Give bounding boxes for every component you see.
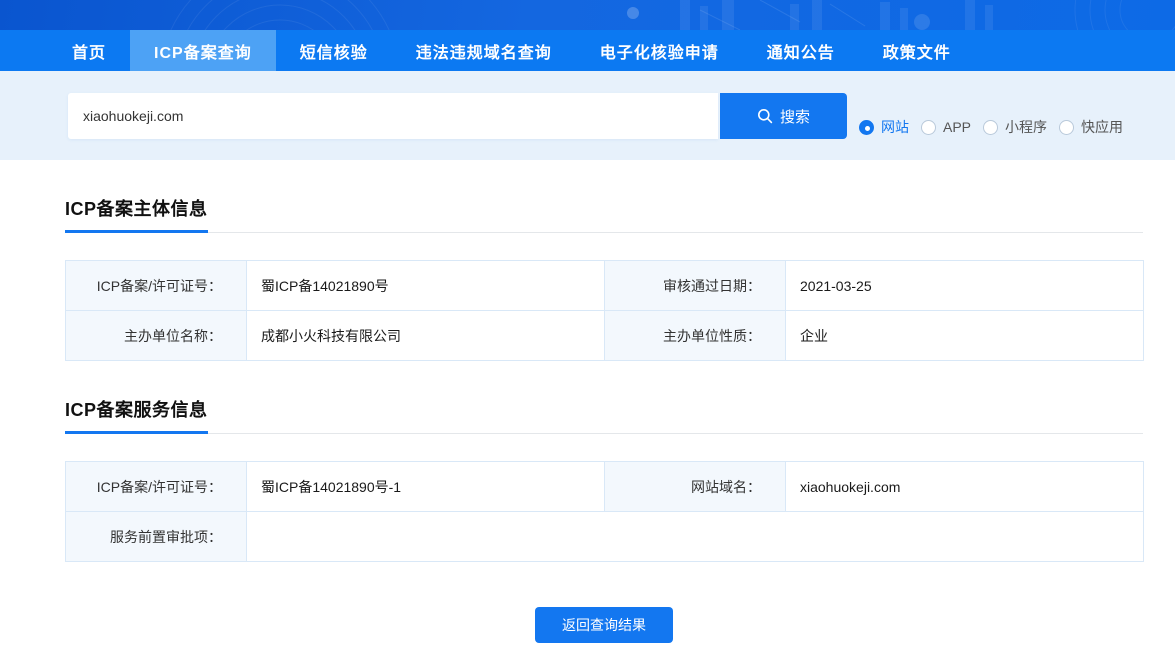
nav-tab-notices[interactable]: 通知公告 [743,30,859,71]
nav-tab-sms-verify[interactable]: 短信核验 [276,30,392,71]
radio-app[interactable]: APP [921,119,971,135]
field-value-organizer-name: 成都小火科技有限公司 [246,310,605,361]
radio-unselected-icon [983,119,999,135]
field-value-organizer-nature: 企业 [785,310,1144,361]
nav-tab-electronic-verify-apply[interactable]: 电子化核验申请 [576,30,743,71]
nav-tab-policy-docs[interactable]: 政策文件 [859,30,975,71]
radio-selected-icon [859,119,874,135]
top-banner [0,0,1175,30]
result-content: ICP备案主体信息 ICP备案/许可证号： 蜀ICP备14021890号 审核通… [65,195,1144,643]
radio-unselected-icon [1059,119,1075,135]
field-value-pre-approval [246,511,1144,562]
search-type-group: 网站 APP 小程序 快应用 [859,93,1123,137]
back-to-results-button[interactable]: 返回查询结果 [535,607,673,643]
service-section-title: ICP备案服务信息 [65,396,208,434]
service-section-head: ICP备案服务信息 [65,396,1143,434]
search-icon [757,109,773,124]
radio-app-label: APP [943,119,972,135]
field-label-organizer-name: 主办单位名称： [65,310,247,361]
radio-unselected-icon [921,119,936,135]
field-value-service-icp-number: 蜀ICP备14021890号-1 [246,461,605,512]
table-row: 服务前置审批项： [65,511,1144,562]
field-label-icp-number: ICP备案/许可证号： [65,260,247,311]
radio-quickapp[interactable]: 快应用 [1059,117,1123,137]
radio-miniprogram[interactable]: 小程序 [983,117,1047,137]
main-nav: 首页 ICP备案查询 短信核验 违法违规域名查询 电子化核验申请 通知公告 政策… [0,30,1175,71]
radio-website-label: 网站 [881,119,909,135]
search-button-label: 搜索 [779,108,810,126]
nav-tab-icp-query[interactable]: ICP备案查询 [130,30,276,71]
field-value-site-domain: xiaohuokeji.com [785,461,1144,512]
search-input[interactable] [68,93,718,139]
nav-tab-home[interactable]: 首页 [48,30,130,71]
field-value-icp-number: 蜀ICP备14021890号 [246,260,605,311]
field-label-site-domain: 网站域名： [604,461,786,512]
radio-quickapp-label: 快应用 [1081,119,1124,135]
button-row: 返回查询结果 [65,607,1143,643]
table-row: 主办单位名称： 成都小火科技有限公司 主办单位性质： 企业 [65,310,1144,361]
search-button[interactable]: 搜索 [720,93,847,139]
banner-decoration [170,0,1175,30]
service-info-table: ICP备案/许可证号： 蜀ICP备14021890号-1 网站域名： xiaoh… [65,461,1144,562]
subject-info-table: ICP备案/许可证号： 蜀ICP备14021890号 审核通过日期： 2021-… [65,260,1144,361]
table-row: ICP备案/许可证号： 蜀ICP备14021890号-1 网站域名： xiaoh… [65,461,1144,512]
field-label-organizer-nature: 主办单位性质： [604,310,786,361]
subject-section-head: ICP备案主体信息 [65,195,1143,233]
field-label-service-icp-number: ICP备案/许可证号： [65,461,247,512]
field-label-approve-date: 审核通过日期： [604,260,786,311]
subject-section-title: ICP备案主体信息 [65,195,208,233]
search-section: 搜索 网站 APP 小程序 快应用 [0,71,1175,160]
radio-miniprogram-label: 小程序 [1005,119,1048,135]
radio-website[interactable]: 网站 [859,117,909,137]
nav-tab-illegal-domain-query[interactable]: 违法违规域名查询 [392,30,576,71]
table-row: ICP备案/许可证号： 蜀ICP备14021890号 审核通过日期： 2021-… [65,260,1144,311]
field-label-pre-approval: 服务前置审批项： [65,511,247,562]
field-value-approve-date: 2021-03-25 [785,260,1144,311]
